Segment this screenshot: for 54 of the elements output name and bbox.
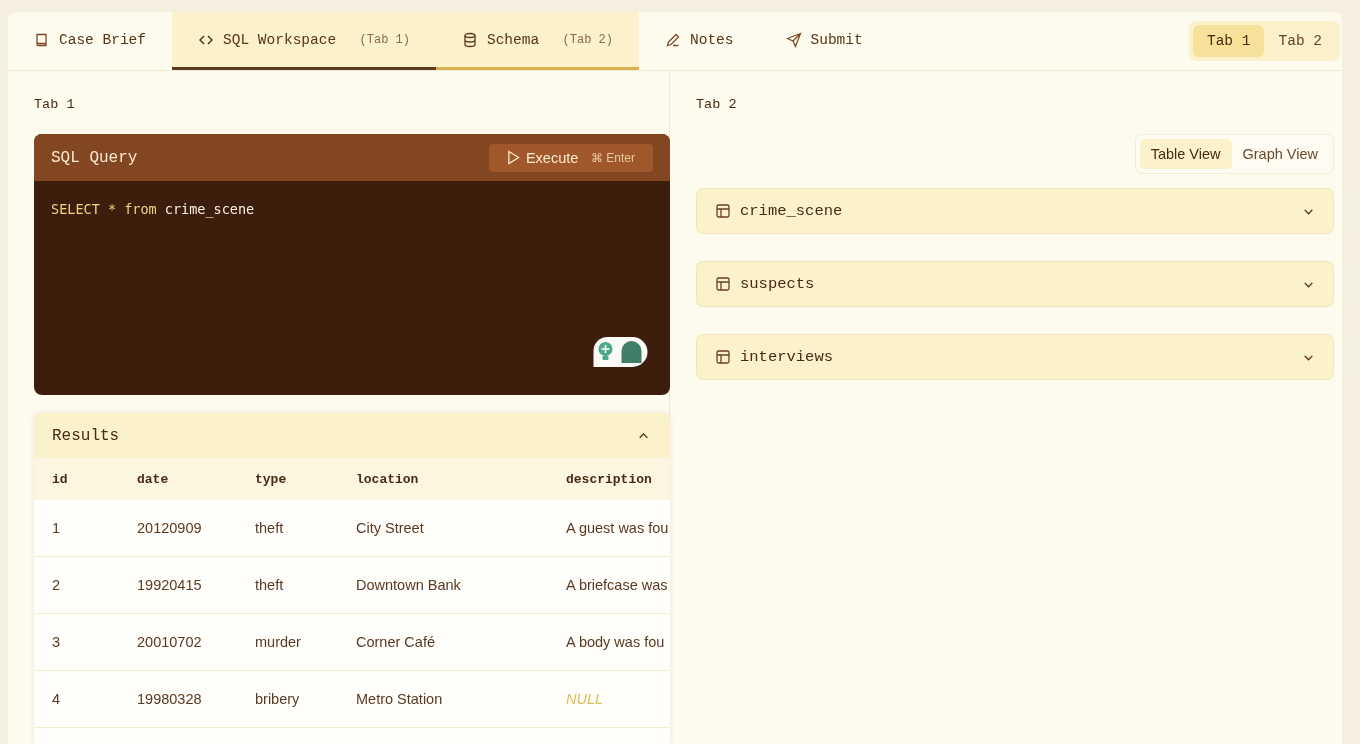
pane-toggle[interactable]: Tab 2 — [1264, 25, 1336, 57]
column-header: id — [52, 471, 68, 487]
table-cell: Corner Café — [356, 634, 435, 650]
column-header: date — [137, 471, 169, 487]
schema-table-item[interactable]: interviews — [696, 334, 1334, 380]
pane-label: Tab 1 — [34, 97, 75, 112]
table-cell: 19980328 — [137, 691, 202, 707]
table-icon — [715, 276, 731, 292]
editor-title: SQL Query — [51, 148, 138, 167]
schema-table-item[interactable]: crime_scene — [696, 188, 1334, 234]
table-cell: bribery — [255, 691, 300, 707]
nav-tab[interactable]: Case Brief — [8, 12, 172, 70]
results-title: Results — [52, 426, 120, 445]
table-cell: 4 — [52, 691, 61, 707]
column-header: location — [356, 471, 419, 487]
column-header: description — [566, 471, 652, 487]
table-cell: 2 — [52, 577, 61, 593]
column-header: type — [255, 471, 287, 487]
view-toggle[interactable]: Graph View — [1231, 139, 1329, 169]
table-cell: Metro Station — [356, 691, 443, 707]
table-cell: A briefcase was — [566, 577, 668, 593]
table-cell: theft — [255, 520, 284, 536]
pane-toggle[interactable]: Tab 1 — [1192, 25, 1265, 57]
table-cell: murder — [255, 634, 301, 650]
pencil-icon — [665, 31, 681, 48]
view-toggle[interactable]: Table View — [1139, 139, 1232, 169]
play-icon — [506, 150, 520, 165]
table-cell: 20010702 — [137, 634, 202, 650]
nav-tab[interactable]: Notes — [639, 12, 760, 70]
nav-tab[interactable]: SQL Workspace (Tab 1) — [172, 12, 436, 70]
table-cell: 19920415 — [137, 577, 202, 593]
nav-tab[interactable]: Schema (Tab 2) — [435, 12, 639, 70]
table-cell: City Street — [356, 520, 424, 536]
table-cell: A body was fou — [566, 634, 665, 650]
sql-code[interactable]: SELECT * from crime_scene — [51, 201, 255, 217]
send-icon — [785, 31, 802, 48]
schema-table-item[interactable]: suspects — [696, 261, 1334, 307]
table-cell: theft — [255, 577, 284, 593]
table-cell: 20120909 — [137, 520, 202, 536]
table-cell: 1 — [52, 520, 61, 536]
pane-label: Tab 2 — [696, 97, 737, 112]
book-icon — [34, 31, 50, 48]
table-cell: Downtown Bank — [356, 577, 461, 593]
table-icon — [715, 203, 731, 219]
table-cell: 3 — [52, 634, 61, 650]
database-icon — [461, 31, 478, 48]
table-name: crime_scene — [740, 202, 843, 220]
table-icon — [715, 349, 731, 365]
execute-button[interactable]: Execute ⌘ Enter — [488, 143, 653, 172]
table-name: interviews — [740, 348, 833, 366]
table-cell: A guest was fou — [566, 520, 669, 536]
nav-tab[interactable]: Submit — [759, 12, 889, 70]
table-name: suspects — [740, 275, 815, 293]
table-cell: NULL — [566, 691, 604, 707]
